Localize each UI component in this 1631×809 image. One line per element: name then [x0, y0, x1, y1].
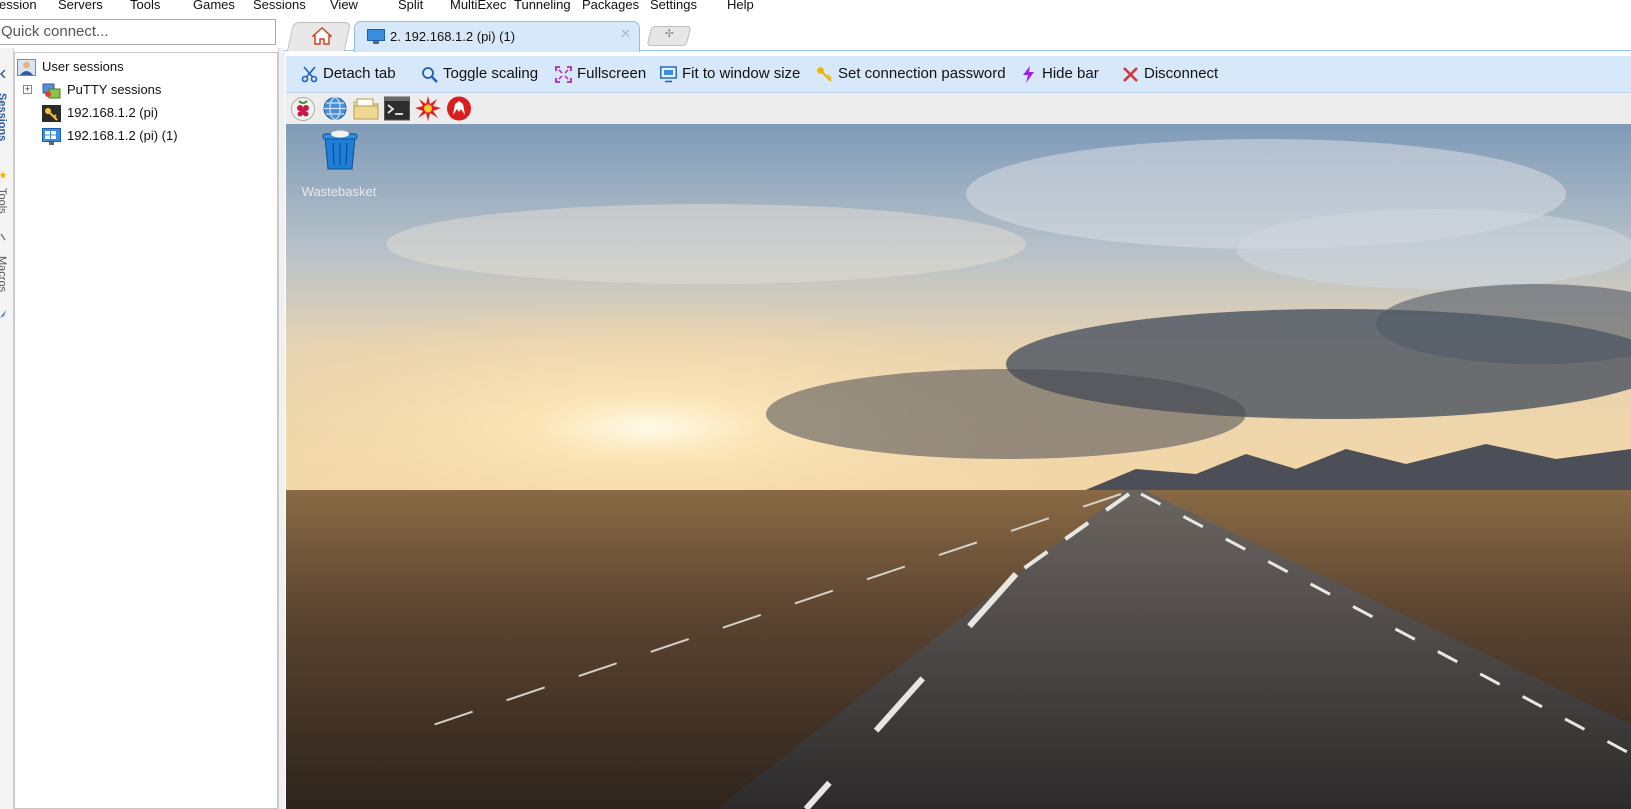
new-tab-icon: ✢ — [664, 28, 674, 40]
side-tab-strip: Sessions Tools Macros — [0, 48, 14, 809]
fit-to-window-button[interactable]: Fit to window size — [660, 65, 800, 85]
menu-tools[interactable]: Tools — [130, 0, 160, 12]
desktop-wallpaper — [286, 124, 1631, 809]
menu-bar: ession Servers Tools Games Sessions View… — [0, 0, 1631, 14]
file-manager-icon[interactable] — [353, 96, 379, 121]
tree-session-vnc[interactable]: 192.168.1.2 (pi) (1) — [15, 126, 275, 146]
hide-bar-button[interactable]: Hide bar — [1020, 65, 1100, 85]
side-tab-sessions[interactable]: Sessions — [0, 93, 8, 163]
lightning-icon — [1023, 66, 1034, 83]
monitor-fit-icon — [660, 66, 677, 83]
tab-remote-session[interactable]: 2. 192.168.1.2 (pi) (1) ✕ — [354, 21, 640, 52]
user-sessions-icon — [17, 59, 36, 76]
wastebasket-label: Wastebasket — [301, 184, 377, 199]
set-password-button[interactable]: Set connection password — [816, 65, 1006, 85]
collapse-arrow-icon[interactable] — [0, 70, 6, 78]
magnifier-icon — [422, 67, 438, 83]
side-tab-tools[interactable]: Tools — [0, 188, 8, 228]
fullscreen-button[interactable]: Fullscreen — [555, 65, 650, 85]
web-browser-icon[interactable] — [322, 96, 348, 121]
set-password-label: Set connection password — [838, 65, 1006, 82]
tree-putty-sessions[interactable]: + PuTTY sessions — [15, 80, 275, 100]
tree-putty-label: PuTTY sessions — [67, 82, 162, 97]
detach-tab-label: Detach tab — [323, 65, 396, 82]
menu-games[interactable]: Games — [193, 0, 235, 12]
tree-session-label: 192.168.1.2 (pi) — [67, 105, 159, 120]
panel-splitter[interactable] — [278, 48, 285, 809]
tab-bar: 2. 192.168.1.2 (pi) (1) ✕ ✢ — [284, 14, 1631, 52]
menu-session[interactable]: ession — [0, 0, 37, 12]
trash-can-icon — [322, 130, 358, 170]
menu-help[interactable]: Help — [727, 0, 754, 12]
remote-desktop-view[interactable]: Wastebasket — [286, 93, 1631, 809]
disconnect-button[interactable]: Disconnect — [1122, 65, 1222, 85]
disconnect-label: Disconnect — [1144, 65, 1219, 82]
tree-session-ssh[interactable]: 192.168.1.2 (pi) — [15, 103, 275, 123]
new-tab-button[interactable]: ✢ — [646, 26, 692, 46]
menu-view[interactable]: View — [330, 0, 358, 12]
star-icon — [0, 171, 6, 179]
raspberry-menu-icon[interactable] — [290, 96, 316, 121]
close-tab-icon[interactable]: ✕ — [620, 26, 631, 42]
macros-icon — [0, 310, 6, 318]
remote-taskbar — [286, 93, 1631, 125]
hide-bar-label: Hide bar — [1042, 65, 1099, 82]
ssh-key-icon — [42, 105, 61, 122]
burst-app-icon[interactable] — [415, 96, 441, 121]
detach-tab-button[interactable]: Detach tab — [301, 65, 401, 85]
menu-sessions[interactable]: Sessions — [253, 0, 306, 12]
tree-user-sessions[interactable]: User sessions — [15, 57, 275, 77]
tools-icon — [0, 233, 6, 241]
tree-session-label: 192.168.1.2 (pi) (1) — [67, 128, 178, 143]
toggle-scaling-label: Toggle scaling — [443, 65, 539, 82]
fit-to-window-label: Fit to window size — [682, 65, 801, 82]
side-tab-macros[interactable]: Macros — [0, 256, 8, 306]
scissors-icon — [301, 66, 318, 83]
terminal-icon[interactable] — [384, 96, 410, 121]
putty-sessions-icon — [42, 83, 61, 99]
menu-multiexec[interactable]: MultiExec — [450, 0, 506, 12]
menu-split[interactable]: Split — [398, 0, 423, 12]
fullscreen-icon — [555, 66, 572, 83]
menu-servers[interactable]: Servers — [58, 0, 103, 12]
wolfram-icon[interactable] — [446, 96, 472, 121]
menu-tunneling[interactable]: Tunneling — [514, 0, 571, 12]
key-icon — [817, 67, 832, 82]
toggle-scaling-button[interactable]: Toggle scaling — [421, 65, 546, 85]
remote-desktop-icon — [42, 128, 61, 145]
home-icon[interactable] — [312, 27, 332, 45]
menu-packages[interactable]: Packages — [582, 0, 639, 12]
session-toolbar: Detach tab Toggle scaling Fullscreen Fit… — [286, 56, 1631, 93]
remote-desktop-icon — [367, 29, 385, 44]
fullscreen-label: Fullscreen — [577, 65, 647, 82]
close-x-icon — [1123, 67, 1138, 82]
sessions-panel: User sessions + PuTTY sessions 192.168.1… — [14, 52, 278, 809]
expand-icon[interactable]: + — [23, 85, 32, 94]
tree-user-sessions-label: User sessions — [42, 59, 124, 74]
menu-settings[interactable]: Settings — [650, 0, 697, 12]
tab-label: 2. 192.168.1.2 (pi) (1) — [390, 29, 516, 44]
quick-connect-input[interactable]: Quick connect... — [0, 19, 276, 45]
